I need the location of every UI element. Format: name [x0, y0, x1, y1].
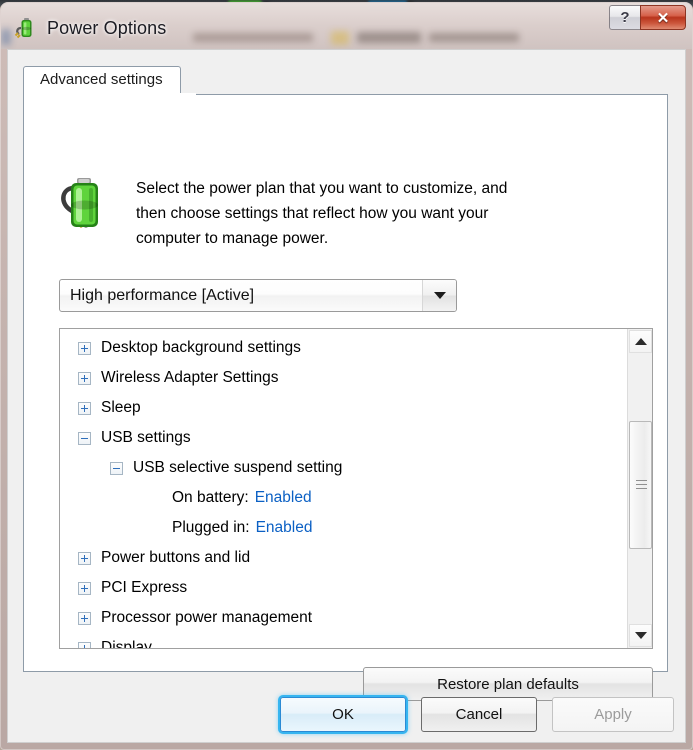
tree-row-value-link[interactable]: Enabled: [255, 489, 312, 507]
collapse-icon[interactable]: [110, 461, 123, 475]
scroll-up-arrow-icon[interactable]: [629, 330, 652, 353]
advanced-settings-list[interactable]: Desktop background settings Wireless Adap…: [59, 328, 653, 649]
settings-tree: Desktop background settings Wireless Adap…: [60, 333, 625, 649]
chevron-down-icon[interactable]: [422, 280, 456, 311]
scrollbar-thumb[interactable]: [629, 421, 652, 549]
expand-icon[interactable]: [78, 371, 91, 385]
tree-row[interactable]: USB selective suspend setting: [60, 453, 625, 483]
tab-advanced-settings[interactable]: Advanced settings: [23, 66, 181, 95]
scroll-thumb-grip-icon: [636, 480, 647, 489]
expand-icon[interactable]: [78, 401, 91, 415]
expand-icon[interactable]: [78, 611, 91, 625]
ok-button[interactable]: OK: [280, 697, 406, 732]
expand-icon[interactable]: [78, 641, 91, 648]
restore-plan-defaults-button[interactable]: Restore plan defaults: [363, 667, 653, 701]
tree-row-label: USB settings: [101, 429, 191, 446]
arrow-down-glyph: [634, 632, 647, 639]
tree-row[interactable]: Wireless Adapter Settings: [60, 363, 625, 393]
tree-row[interactable]: Display: [60, 633, 625, 649]
tree-row-label: Display: [101, 639, 152, 649]
tree-row-value-link[interactable]: Enabled: [256, 519, 313, 537]
tree-row-label: Processor power management: [101, 609, 313, 626]
close-button[interactable]: ✕: [640, 5, 686, 30]
dialog-description: Select the power plan that you want to c…: [136, 180, 508, 247]
tree-row-label: Wireless Adapter Settings: [101, 369, 279, 386]
caret-glyph: [433, 292, 446, 299]
tree-row[interactable]: Processor power management: [60, 603, 625, 633]
battery-plug-icon: [56, 172, 118, 234]
help-button[interactable]: ?: [609, 5, 640, 30]
tree-row-label: Plugged in:: [172, 519, 250, 536]
power-plan-select[interactable]: High performance [Active]: [59, 279, 457, 312]
caption-buttons: ? ✕: [609, 5, 686, 31]
cancel-button[interactable]: Cancel: [421, 697, 537, 732]
vertical-scrollbar[interactable]: [627, 329, 652, 648]
scroll-down-arrow-icon[interactable]: [629, 624, 652, 647]
tree-row-label: USB selective suspend setting: [133, 459, 343, 476]
expand-icon[interactable]: [78, 581, 91, 595]
tree-row-label: Sleep: [101, 399, 141, 416]
power-options-window: Power Options ? ✕ Advanced settings Sele…: [0, 2, 693, 750]
window-title: Power Options: [47, 18, 167, 38]
tree-row[interactable]: Desktop background settings: [60, 333, 625, 363]
tree-row-label: Power buttons and lid: [101, 549, 251, 566]
tree-row[interactable]: Plugged in: Enabled: [60, 513, 625, 543]
tree-row-label: PCI Express: [101, 579, 188, 596]
tree-row[interactable]: USB settings: [60, 423, 625, 453]
tree-row[interactable]: PCI Express: [60, 573, 625, 603]
collapse-icon[interactable]: [78, 431, 91, 445]
power-plan-select-value: High performance [Active]: [70, 286, 255, 304]
tab-strip: Advanced settings: [23, 66, 668, 95]
expand-icon[interactable]: [78, 551, 91, 565]
apply-button[interactable]: Apply: [552, 697, 674, 732]
tree-row[interactable]: Power buttons and lid: [60, 543, 625, 573]
dialog-client-area: Advanced settings Select the power plan …: [7, 49, 686, 743]
tree-row-label: On battery:: [172, 489, 249, 506]
power-plug-battery-icon: [14, 15, 40, 41]
tree-row[interactable]: Sleep: [60, 393, 625, 423]
tree-row-label: Desktop background settings: [101, 339, 301, 356]
arrow-up-glyph: [634, 338, 647, 345]
tree-row[interactable]: On battery: Enabled: [60, 483, 625, 513]
tab-panel-seam: [24, 93, 196, 95]
expand-icon[interactable]: [78, 341, 91, 355]
titlebar: Power Options ? ✕: [0, 2, 693, 50]
